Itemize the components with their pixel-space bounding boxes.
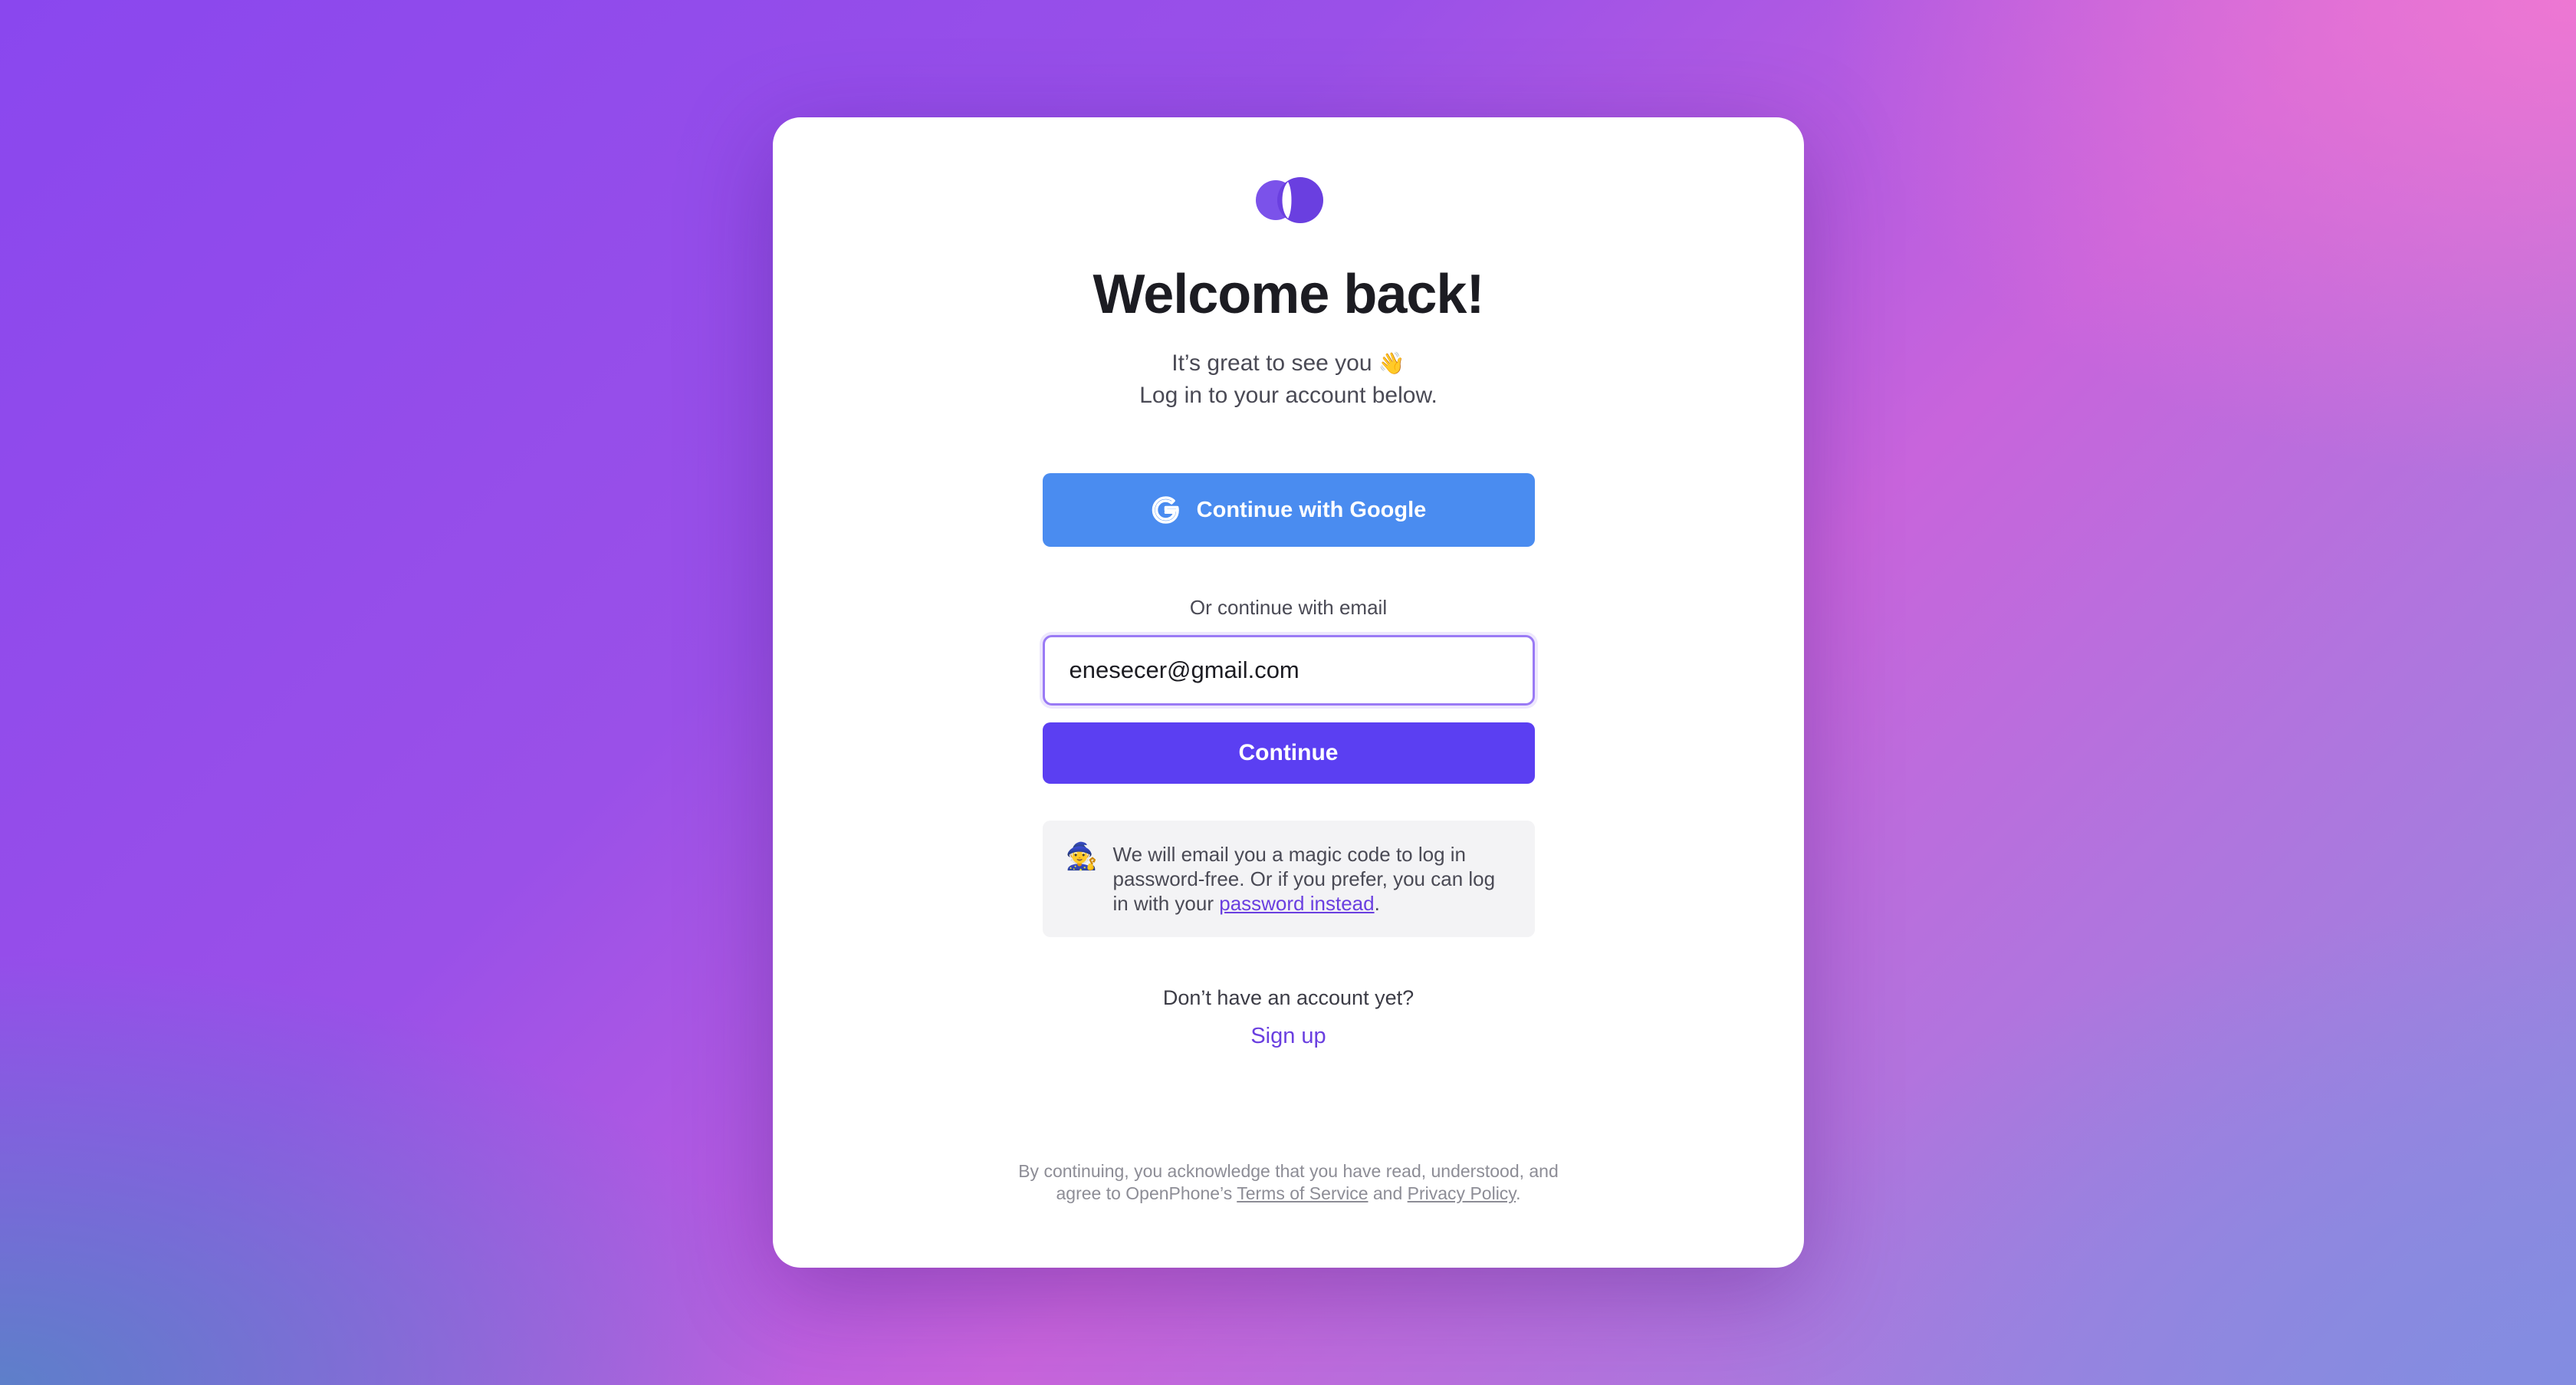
or-continue-with-email-label: Or continue with email <box>1189 596 1388 619</box>
legal-line-1: By continuing, you acknowledge that you … <box>1018 1161 1559 1181</box>
privacy-policy-link[interactable]: Privacy Policy <box>1408 1183 1516 1203</box>
google-g-icon <box>1151 495 1180 525</box>
magic-code-info-text: We will email you a magic code to log in… <box>1113 842 1512 937</box>
no-account-prompt: Don’t have an account yet? <box>1162 986 1414 1009</box>
greeting-text: It’s great to see you <box>1171 350 1372 376</box>
wave-hand-icon: 👋 <box>1378 351 1405 375</box>
google-button-label: Continue with Google <box>1196 497 1427 522</box>
terms-of-service-link[interactable]: Terms of Service <box>1237 1183 1368 1203</box>
legal-text: agree to OpenPhone’s <box>1056 1183 1237 1203</box>
magic-code-info-box: 🧙 We will email you a magic code to log … <box>1042 821 1535 937</box>
subtitle: It’s great to see you 👋 Log in to your a… <box>1139 347 1438 412</box>
password-instead-link[interactable]: password instead <box>1219 892 1374 915</box>
legal-line-2: agree to OpenPhone’s Terms of Service an… <box>773 1183 1804 1205</box>
legal-and: and <box>1368 1183 1408 1203</box>
openphone-logo-icon <box>1254 176 1323 225</box>
page-title: Welcome back! <box>1092 264 1485 325</box>
continue-with-google-button[interactable]: Continue with Google <box>1042 473 1535 547</box>
legal-notice: By continuing, you acknowledge that you … <box>773 1160 1804 1205</box>
subtitle-line-1: It’s great to see you 👋 <box>1139 347 1438 380</box>
legal-end: . <box>1516 1183 1521 1203</box>
sign-up-link[interactable]: Sign up <box>1250 1024 1326 1049</box>
login-card: Welcome back! It’s great to see you 👋 Lo… <box>773 117 1804 1268</box>
wizard-icon: 🧙 <box>1065 842 1098 871</box>
subtitle-line-2: Log in to your account below. <box>1139 383 1438 408</box>
continue-button[interactable]: Continue <box>1042 722 1535 784</box>
email-field[interactable] <box>1042 635 1535 706</box>
info-text-end: . <box>1374 892 1380 915</box>
continue-button-label: Continue <box>1238 740 1339 765</box>
